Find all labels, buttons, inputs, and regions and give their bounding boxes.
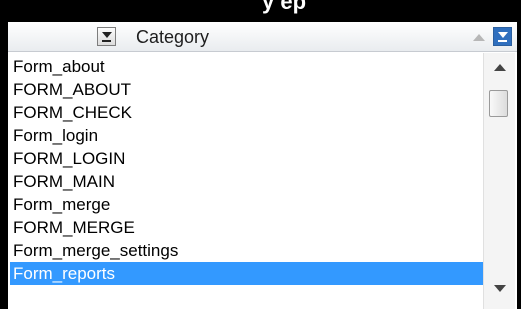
chevron-down-icon <box>102 32 112 38</box>
dropdown-filter-button[interactable] <box>97 27 116 46</box>
chevron-down-icon <box>498 32 508 38</box>
column-dropdown-button[interactable] <box>493 27 512 46</box>
list-item[interactable]: Form_login <box>10 124 483 147</box>
list-item[interactable]: FORM_MERGE <box>10 216 483 239</box>
list-item[interactable]: Form_about <box>10 55 483 78</box>
list-item[interactable]: FORM_MAIN <box>10 170 483 193</box>
scroll-thumb[interactable] <box>489 90 508 117</box>
partial-heading: y ep <box>262 0 307 14</box>
category-panel: Category Form_about FORM_ABOUT FORM_CHEC… <box>8 22 517 309</box>
list-item[interactable]: Form_merge_settings <box>10 239 483 262</box>
list-item[interactable]: Form_merge <box>10 193 483 216</box>
scroll-up-arrow-icon[interactable] <box>494 64 506 71</box>
column-header: Category <box>8 22 517 52</box>
underline-icon <box>498 40 507 42</box>
list-item[interactable]: FORM_ABOUT <box>10 78 483 101</box>
sort-ascending-icon <box>473 34 485 41</box>
list-item-selected[interactable]: Form_reports <box>10 262 483 285</box>
list-item[interactable]: FORM_CHECK <box>10 101 483 124</box>
vertical-scrollbar[interactable] <box>483 53 515 309</box>
list-item[interactable]: FORM_LOGIN <box>10 147 483 170</box>
column-title: Category <box>136 27 210 47</box>
underline-icon <box>102 40 111 42</box>
top-strip: y ep <box>0 0 521 22</box>
scroll-down-arrow-icon[interactable] <box>494 285 506 292</box>
category-list: Form_about FORM_ABOUT FORM_CHECK Form_lo… <box>10 55 483 309</box>
